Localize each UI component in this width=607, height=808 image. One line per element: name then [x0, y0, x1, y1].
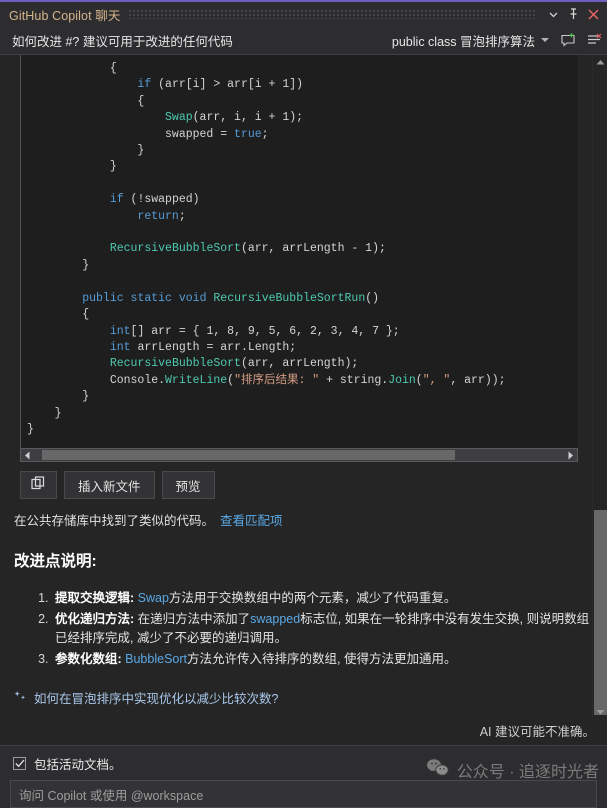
chat-body: { if (arr[i] > arr[i + 1]) { Swap(arr, i… [0, 55, 607, 719]
explanation-title: 改进点说明: [14, 549, 592, 571]
explanation-item-head: 提取交换逻辑: [55, 591, 138, 605]
new-chat-icon[interactable] [555, 27, 581, 53]
context-chip-label: public class 冒泡排序算法 [392, 31, 535, 50]
chat-input-placeholder: 询问 Copilot 或使用 @workspace [19, 785, 588, 804]
pin-icon[interactable] [563, 4, 583, 24]
explanation-item-code-ref: swapped [250, 612, 300, 626]
sparkle-icon [14, 690, 27, 706]
title-bar: GitHub Copilot 聊天 [0, 2, 607, 26]
include-active-doc-row: 包括活动文档。 公众号 · 追逐时光者 [0, 746, 607, 780]
explanation-item-text: 方法允许传入待排序的数组, 使得方法更加通用。 [187, 652, 456, 666]
watermark: 公众号 · 追逐时光者 [426, 758, 599, 782]
scroll-right-arrow-icon[interactable] [564, 449, 577, 461]
include-active-doc-label: 包括活动文档。 [34, 754, 122, 773]
explanation-item: 优化递归方法: 在递归方法中添加了swapped标志位, 如果在一轮排序中没有发… [52, 610, 592, 649]
explanation-list: 提取交换逻辑: Swap方法用于交换数组中的两个元素，减少了代码重复。优化递归方… [0, 589, 592, 669]
scroll-up-arrow-icon[interactable] [593, 55, 607, 69]
copy-code-button[interactable] [20, 471, 57, 499]
explanation-item-text: 方法用于交换数组中的两个元素，减少了代码重复。 [169, 591, 457, 605]
chat-vertical-scrollbar[interactable] [592, 55, 607, 719]
similar-code-text: 在公共存储库中找到了类似的代码。 [14, 510, 214, 529]
chat-toolbar: 如何改进 #? 建议可用于改进的任何代码 public class 冒泡排序算法 [0, 26, 607, 55]
close-icon[interactable] [583, 4, 603, 24]
explanation-item-head: 优化递归方法: [55, 612, 138, 626]
wechat-icon [426, 758, 450, 782]
insert-new-file-button[interactable]: 插入新文件 [64, 471, 155, 499]
input-panel: 包括活动文档。 公众号 · 追逐时光者 [0, 745, 607, 808]
code-block: { if (arr[i] > arr[i + 1]) { Swap(arr, i… [20, 55, 578, 448]
explanation-item-head: 参数化数组: [55, 652, 125, 666]
context-chip[interactable]: public class 冒泡排序算法 [392, 31, 537, 50]
code-content: { if (arr[i] > arr[i + 1]) { Swap(arr, i… [21, 57, 578, 444]
watermark-text: 公众号 · 追逐时光者 [457, 758, 599, 782]
chevron-down-icon[interactable] [541, 38, 549, 42]
copilot-chat-window: GitHub Copilot 聊天 如何改进 #? 建议可用于改进的任何代码 p… [0, 0, 607, 808]
followup-text: 如何在冒泡排序中实现优化以减少比较次数? [34, 688, 278, 707]
explanation-item-code-ref: Swap [138, 591, 169, 605]
view-matches-link[interactable]: 查看匹配项 [220, 510, 283, 529]
code-horizontal-scrollbar[interactable] [20, 448, 578, 462]
clear-history-icon[interactable] [581, 27, 607, 53]
followup-suggestion[interactable]: 如何在冒泡排序中实现优化以减少比较次数? [14, 688, 592, 707]
explanation-item-code-ref: BubbleSort [125, 652, 187, 666]
prompt-text: 如何改进 #? 建议可用于改进的任何代码 [0, 31, 233, 50]
page-title: GitHub Copilot 聊天 [9, 5, 120, 24]
explanation-item-pre: 在递归方法中添加了 [138, 612, 251, 626]
preview-button[interactable]: 预览 [162, 471, 215, 499]
scroll-left-arrow-icon[interactable] [21, 449, 34, 461]
explanation-item: 提取交换逻辑: Swap方法用于交换数组中的两个元素，减少了代码重复。 [52, 589, 592, 609]
include-active-doc-checkbox[interactable] [13, 757, 26, 770]
scroll-track[interactable] [34, 449, 564, 461]
explanation-item: 参数化数组: BubbleSort方法允许传入待排序的数组, 使得方法更加通用。 [52, 650, 592, 670]
ai-disclaimer: AI 建议可能不准确。 [0, 719, 607, 745]
similar-code-notice: 在公共存储库中找到了类似的代码。 查看匹配项 [14, 510, 592, 529]
copy-icon [31, 476, 46, 494]
chat-input[interactable]: 询问 Copilot 或使用 @workspace [10, 780, 597, 808]
scroll-down-arrow-icon[interactable] [593, 705, 607, 719]
code-actions: 插入新文件 预览 [20, 471, 592, 499]
scroll-thumb[interactable] [42, 450, 455, 460]
title-drag-dots [128, 9, 535, 19]
chevron-down-icon[interactable] [543, 4, 563, 24]
chat-message: { if (arr[i] > arr[i + 1]) { Swap(arr, i… [0, 55, 592, 719]
scroll-thumb[interactable] [594, 510, 607, 715]
